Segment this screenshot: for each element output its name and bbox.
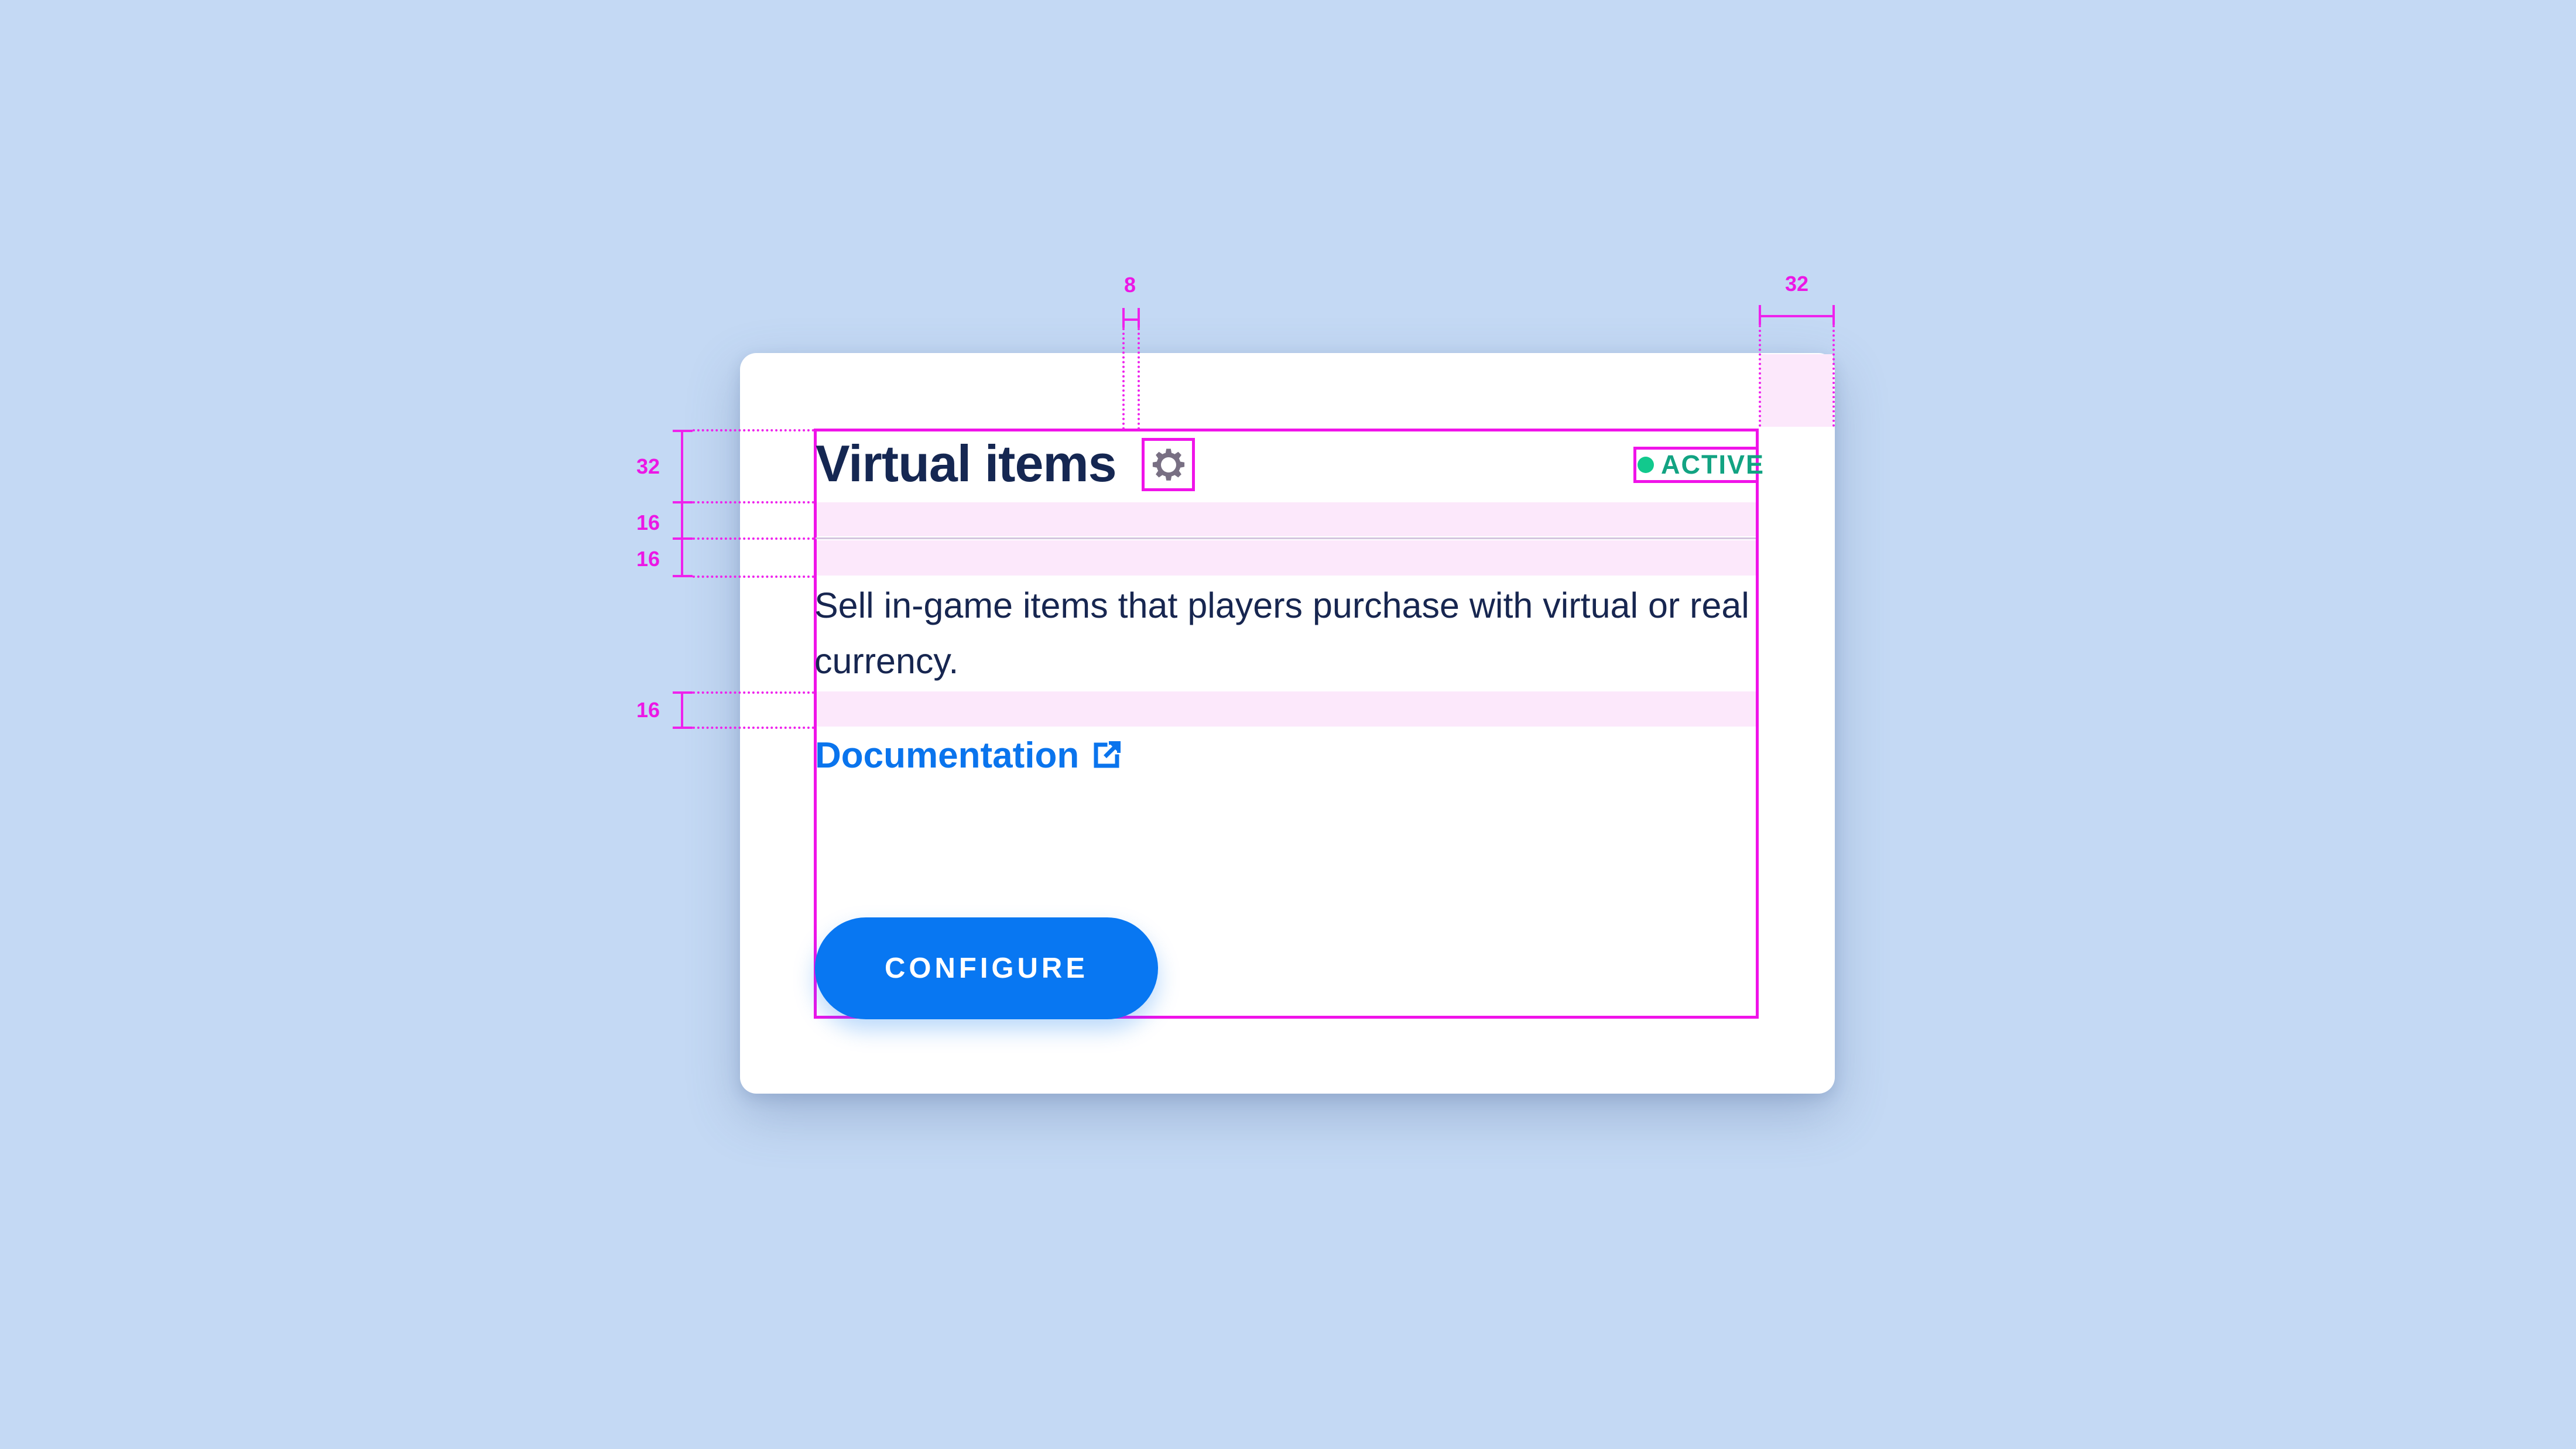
gear-icon — [1152, 448, 1184, 481]
gap-below-divider-bottom-tick — [673, 575, 693, 577]
gap-above-link-dimension-line — [681, 691, 683, 728]
gap-above-link-top-tick — [673, 691, 693, 694]
title-top-guide — [693, 429, 814, 431]
gap-above-link-label: 16 — [636, 698, 660, 722]
right-padding-dimension-line — [1759, 315, 1835, 317]
right-padding-right-guide — [1832, 325, 1835, 427]
status-badge: ACTIVE — [1633, 447, 1763, 483]
gap-below-divider-label: 16 — [636, 547, 660, 571]
gap-above-link-bottom-tick — [673, 727, 693, 729]
gear-spacing-right-tick — [1138, 308, 1140, 328]
title-height-dimension-line — [681, 430, 683, 502]
status-label: ACTIVE — [1661, 450, 1765, 479]
gear-spacing-right-guide — [1138, 328, 1140, 430]
gap-below-divider-dimension-line — [681, 539, 683, 576]
gap-above-divider-label: 16 — [636, 511, 660, 535]
gear-spacing-dimension-line — [1122, 318, 1139, 321]
link-top-guide — [693, 727, 814, 729]
documentation-link[interactable]: Documentation — [815, 732, 1122, 779]
gap-above-divider-dimension-line — [681, 502, 683, 539]
title-bottom-guide — [693, 501, 814, 503]
divider-guide — [693, 537, 814, 540]
settings-button[interactable] — [1142, 438, 1195, 491]
gear-spacing-label: 8 — [1123, 273, 1136, 297]
top-right-padding-highlight — [1760, 354, 1833, 427]
gear-spacing-left-guide — [1122, 328, 1125, 430]
title-height-label: 32 — [636, 454, 660, 478]
card-description: Sell in-game items that players purchase… — [814, 585, 1749, 681]
documentation-link-label: Documentation — [815, 735, 1080, 776]
right-padding-right-tick — [1832, 305, 1835, 325]
description-top-guide — [693, 576, 814, 578]
right-padding-left-tick — [1759, 305, 1761, 325]
title-height-top-tick — [673, 430, 693, 432]
right-padding-label: 32 — [1784, 272, 1809, 296]
description-bottom-guide — [693, 691, 814, 694]
card-title: Virtual items — [816, 434, 1117, 492]
card-divider — [816, 537, 1756, 539]
configure-button[interactable]: CONFIGURE — [815, 917, 1158, 1019]
external-link-icon — [1094, 741, 1121, 768]
right-padding-left-guide — [1759, 325, 1761, 427]
active-status-dot — [1638, 457, 1654, 473]
gear-spacing-left-tick — [1122, 308, 1125, 328]
